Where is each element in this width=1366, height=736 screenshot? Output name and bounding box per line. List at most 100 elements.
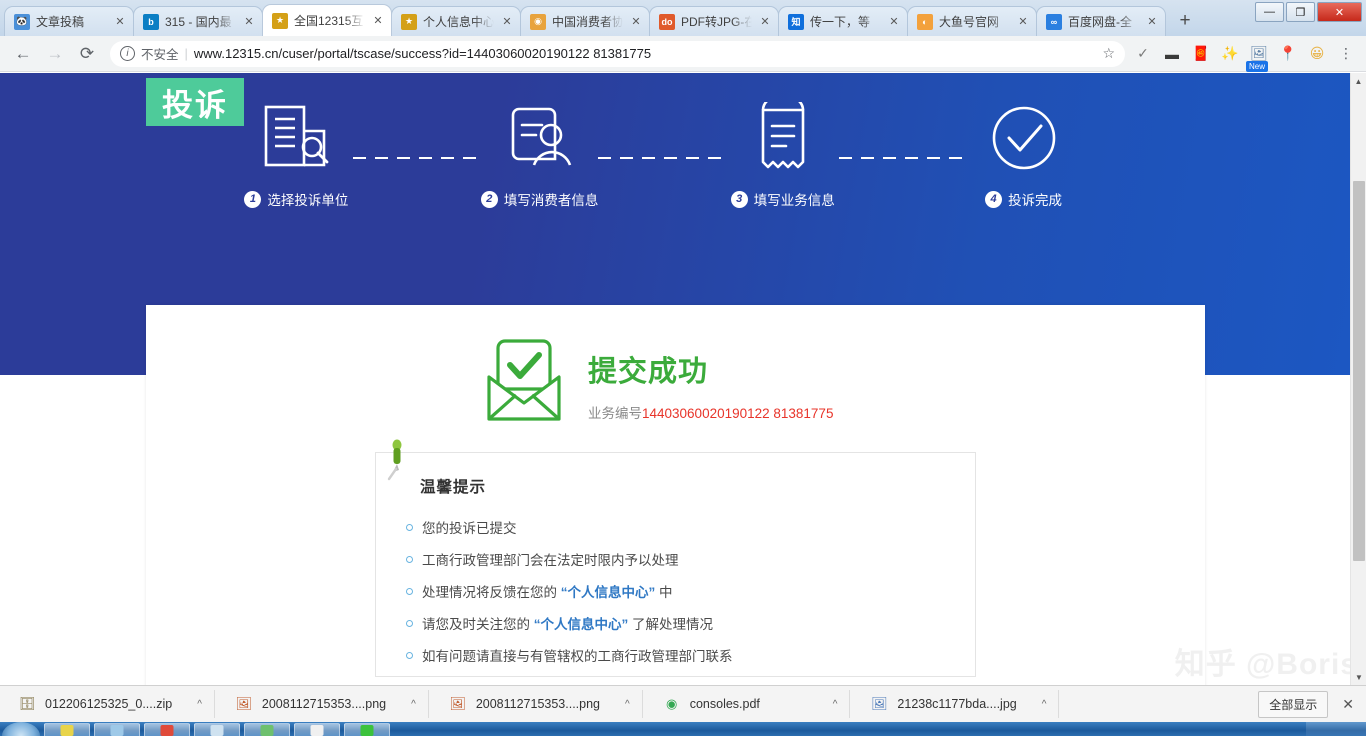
success-block: 提交成功 业务编号14403060020190122 81381775 <box>146 305 1205 428</box>
checkmark-icon[interactable]: ✓ <box>1133 44 1153 64</box>
step-connector <box>352 157 481 159</box>
taskbar-item-3[interactable] <box>144 723 190 736</box>
tab-title: 个人信息中心 <box>423 15 494 29</box>
envelope-check-icon <box>486 337 562 428</box>
bullet-icon <box>406 651 413 659</box>
close-window-button[interactable]: ✕ <box>1317 2 1362 22</box>
tab-close-button[interactable]: ✕ <box>242 15 256 29</box>
browser-tab[interactable]: ∞ 百度网盘-全 ✕ <box>1036 6 1166 36</box>
tip-item: 请您及时关注您的 “个人信息中心” 了解处理情况 <box>406 607 975 639</box>
back-button[interactable]: ← <box>8 40 38 68</box>
start-button[interactable] <box>2 722 40 736</box>
step-label: 填写业务信息 <box>753 193 835 208</box>
step-item: 3 填写业务信息 <box>726 99 839 209</box>
taskbar-item-6[interactable] <box>294 723 340 736</box>
browser-tab[interactable]: do PDF转JPG-在 ✕ <box>649 6 779 36</box>
browser-tab[interactable]: b 315 - 国内最 ✕ <box>133 6 263 36</box>
image-icon: 🖼 <box>449 696 467 711</box>
tab-close-button[interactable]: ✕ <box>629 15 643 29</box>
taskbar-item-1[interactable] <box>44 723 90 736</box>
taskbar-item-7[interactable] <box>344 723 390 736</box>
redpacket-icon[interactable]: 🧧 <box>1191 44 1211 64</box>
page-scrollbar[interactable]: ▲ ▼ <box>1350 73 1366 685</box>
browser-tab[interactable]: ◉ 中国消费者协 ✕ <box>520 6 650 36</box>
step-number: 2 <box>480 190 498 208</box>
tips-panel: 温馨提示 您的投诉已提交 工商行政管理部门会在法定时限内予以处理 处理情况将反馈在您… <box>375 439 976 677</box>
download-shelf: 🗄 012206125325_0....zip ^ 🖼 2008112715353...… <box>0 685 1366 722</box>
tab-close-button[interactable]: ✕ <box>1145 15 1159 29</box>
tip-plain-text: 请您及时关注您的 <box>422 617 534 632</box>
step-number: 4 <box>985 190 1003 208</box>
tip-text: 工商行政管理部门会在法定时限内予以处理 <box>422 549 679 569</box>
download-item[interactable]: 🖼 21238c1177bda....jpg ^ <box>864 690 1060 718</box>
reload-button[interactable]: ⟳ <box>72 40 102 68</box>
download-menu-caret[interactable]: ^ <box>411 699 416 710</box>
download-item[interactable]: 🖼 2008112715353....png ^ <box>443 690 643 718</box>
baidu-icon: ∞ <box>1046 13 1062 30</box>
dayu-icon: ◐ <box>917 13 933 30</box>
location-pin-icon[interactable]: 📍 <box>1278 44 1298 64</box>
security-label: 不安全 <box>141 48 179 62</box>
screenshot-icon[interactable]: 🖼 New <box>1246 44 1269 72</box>
minimize-button[interactable]: — <box>1255 2 1284 22</box>
step-label: 填写消费者信息 <box>503 193 599 208</box>
panda-icon: 🐼 <box>14 13 30 30</box>
tip-link-text[interactable]: “个人信息中心” <box>561 585 656 600</box>
case-number-line: 业务编号14403060020190122 81381775 <box>588 402 833 422</box>
new-tab-button[interactable]: + <box>1171 8 1199 34</box>
download-item[interactable]: 🗄 012206125325_0....zip ^ <box>12 690 215 718</box>
address-bar[interactable]: i 不安全 | www.12315.cn/cuser/portal/tscase… <box>110 40 1125 67</box>
download-menu-caret[interactable]: ^ <box>197 699 202 710</box>
close-shelf-button[interactable]: ✕ <box>1342 696 1354 713</box>
forward-button[interactable]: → <box>40 40 70 68</box>
bullet-icon <box>406 619 413 627</box>
browser-tab[interactable]: 知传一下，等 ✕ <box>778 6 908 36</box>
check-circle-icon <box>988 99 1060 177</box>
user-document-icon <box>505 99 575 177</box>
bandicam-icon[interactable]: ▬ <box>1162 44 1182 64</box>
tab-close-button[interactable]: ✕ <box>500 15 514 29</box>
tab-title: 315 - 国内最 <box>165 15 232 29</box>
zip-icon: 🗄 <box>18 696 36 711</box>
maximize-button[interactable]: ❐ <box>1286 2 1315 22</box>
download-item[interactable]: ◉ consoles.pdf ^ <box>657 690 851 718</box>
tip-plain-text: 工商行政管理部门会在法定时限内予以处理 <box>422 553 679 568</box>
scroll-up-arrow[interactable]: ▲ <box>1351 73 1366 89</box>
chrome-menu-icon[interactable]: ⋮ <box>1336 44 1356 64</box>
info-icon[interactable]: i <box>120 46 135 61</box>
tab-close-button[interactable]: ✕ <box>887 15 901 29</box>
tab-close-button[interactable]: ✕ <box>1016 15 1030 29</box>
download-shelf-actions: 全部显示 ✕ <box>1258 690 1366 718</box>
tab-title: 全国12315互 <box>294 14 364 28</box>
tab-title: 传一下，等 <box>810 15 871 29</box>
browser-tab[interactable]: 🐼 文章投稿 ✕ <box>4 6 134 36</box>
download-menu-caret[interactable]: ^ <box>1042 699 1047 710</box>
step-number: 3 <box>730 190 748 208</box>
tab-close-button[interactable]: ✕ <box>371 14 385 28</box>
browser-tab[interactable]: ◐ 大鱼号官网 ✕ <box>907 6 1037 36</box>
tab-title: 中国消费者协 <box>552 15 623 29</box>
taskbar-item-2[interactable] <box>94 723 140 736</box>
tab-title: 大鱼号官网 <box>939 15 1000 29</box>
magicwand-icon[interactable]: ✨ <box>1220 44 1240 64</box>
taskbar-item-5[interactable] <box>244 723 290 736</box>
pin-icon: ◉ <box>530 13 546 30</box>
download-menu-caret[interactable]: ^ <box>625 699 630 710</box>
scroll-down-arrow[interactable]: ▼ <box>1351 669 1366 685</box>
taskbar-item-4[interactable] <box>194 723 240 736</box>
download-menu-caret[interactable]: ^ <box>833 699 838 710</box>
tab-close-button[interactable]: ✕ <box>113 15 127 29</box>
step-item: 2 填写消费者信息 <box>480 99 599 209</box>
profile-avatar[interactable]: 😀 <box>1307 44 1327 64</box>
image-icon: 🖼 <box>871 696 888 711</box>
step-item: 4 投诉完成 <box>967 99 1080 209</box>
download-item[interactable]: 🖼 2008112715353....png ^ <box>229 690 429 718</box>
show-all-downloads-button[interactable]: 全部显示 <box>1258 690 1329 718</box>
browser-tab[interactable]: ★ 个人信息中心 ✕ <box>391 6 521 36</box>
extension-icons: ✓ ▬ 🧧 ✨ 🖼 New 📍 😀 ⋮ <box>1133 44 1358 72</box>
scrollbar-thumb[interactable] <box>1353 181 1365 561</box>
tab-close-button[interactable]: ✕ <box>758 15 772 29</box>
tip-link-text[interactable]: “个人信息中心” <box>534 617 629 632</box>
bookmark-star-icon[interactable]: ☆ <box>1102 45 1115 62</box>
browser-tab[interactable]: ★ 全国12315互 ✕ <box>262 4 392 36</box>
